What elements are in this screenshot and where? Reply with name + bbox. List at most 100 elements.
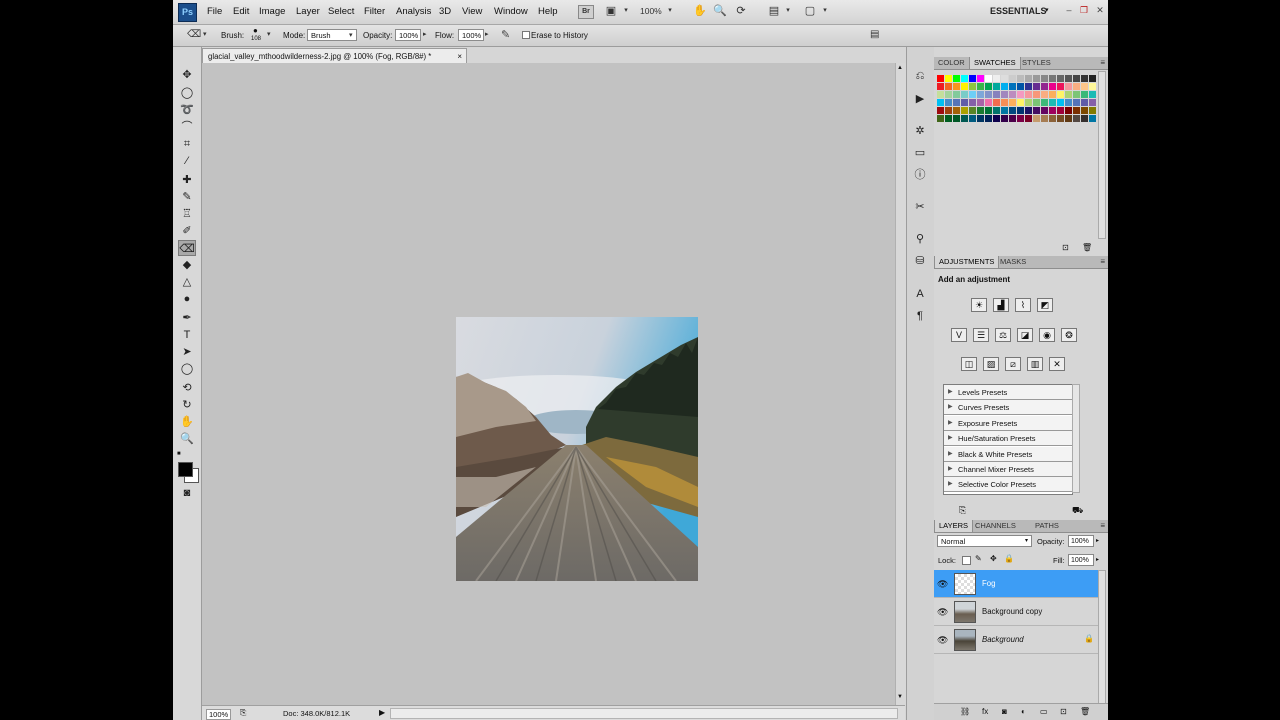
info-panel-icon[interactable]: ⓘ [913,168,927,182]
color-swatch[interactable] [1089,99,1096,106]
color-swatch[interactable] [985,115,992,122]
expand-triangle-icon[interactable]: ▶ [948,477,953,492]
panel-menu-icon[interactable]: ≡ [1100,521,1105,530]
color-swatch[interactable] [1033,115,1040,122]
chevron-down-icon[interactable]: ▾ [619,5,633,17]
color-swatch[interactable] [953,75,960,82]
color-swatch[interactable] [977,91,984,98]
panel-menu-icon[interactable]: ≡ [1100,257,1105,266]
color-swatch[interactable] [1017,83,1024,90]
color-swatch[interactable] [1001,83,1008,90]
vertical-scrollbar[interactable]: ▲ ▼ [895,63,906,705]
color-swatch[interactable] [1081,83,1088,90]
color-swatch[interactable] [1073,115,1080,122]
eye-icon[interactable]: 👁 [937,607,948,618]
color-swatch[interactable] [969,75,976,82]
color-swatch[interactable] [1017,99,1024,106]
scroll-down-icon[interactable]: ▼ [897,694,903,700]
black-white-icon[interactable]: ◪ [1017,328,1033,342]
color-swatch[interactable] [953,83,960,90]
preset-item[interactable]: ▶ Levels Presets [944,385,1072,400]
color-swatch[interactable] [937,75,944,82]
color-swatch[interactable] [977,99,984,106]
presets-scrollbar[interactable] [1072,384,1080,493]
color-swatch[interactable] [1081,99,1088,106]
color-swatch[interactable] [1065,99,1072,106]
link-layers-icon[interactable]: ⛓ [960,707,970,716]
color-swatch[interactable] [1081,91,1088,98]
preset-item[interactable]: ▶ Exposure Presets [944,415,1072,431]
color-swatch[interactable] [1041,75,1048,82]
rotate-view-icon[interactable]: ⟳ [734,5,748,17]
document-tab[interactable]: glacial_valley_mthoodwilderness-2.jpg @ … [202,48,467,63]
airbrush-icon[interactable]: ✎ [501,28,510,41]
color-swatch[interactable] [953,99,960,106]
color-swatch[interactable] [1049,83,1056,90]
color-swatch[interactable] [1073,83,1080,90]
menu-select[interactable]: Select [328,6,354,17]
quick-selection-tool-icon[interactable]: ⌒ [178,119,196,135]
preset-item[interactable]: ▶ Curves Presets [944,400,1072,416]
status-options-icon[interactable]: ⎘ [240,708,246,718]
color-swatch[interactable] [945,107,952,114]
menu-edit[interactable]: Edit [233,6,249,17]
channel-mixer-icon[interactable]: ❂ [1061,328,1077,342]
color-swatch[interactable] [1065,115,1072,122]
minimize-icon[interactable]: – [1064,5,1074,15]
color-swatch[interactable] [1041,115,1048,122]
hand-icon[interactable]: ✋ [693,5,707,17]
color-swatch[interactable] [1065,75,1072,82]
history-brush-tool-icon[interactable]: ✐ [178,223,196,239]
color-balance-icon[interactable]: ⚖ [995,328,1011,342]
color-swatch[interactable] [1033,83,1040,90]
zoom-level-dropdown[interactable]: 100% [640,6,662,16]
flow-slider-arrow-icon[interactable]: ▸ [485,30,489,38]
color-swatch[interactable] [977,107,984,114]
layer-row-fog[interactable]: 👁 Fog [934,570,1105,598]
color-swatch[interactable] [1033,99,1040,106]
selective-color-icon[interactable]: ✕ [1049,357,1065,371]
color-swatch[interactable] [993,83,1000,90]
expand-triangle-icon[interactable]: ▶ [948,447,953,462]
expand-triangle-icon[interactable]: ▶ [948,462,953,477]
color-swatch[interactable] [969,115,976,122]
layer-row-background[interactable]: 👁 Background 🔒 [934,626,1105,654]
color-swatch[interactable] [1081,107,1088,114]
chevron-down-icon[interactable]: ▾ [349,31,353,39]
color-swatch[interactable] [977,75,984,82]
erase-to-history-checkbox[interactable] [522,31,530,39]
preset-item[interactable]: ▶ Selective Color Presets [944,477,1072,493]
color-swatch[interactable] [977,115,984,122]
color-swatch[interactable] [1089,115,1096,122]
threshold-icon[interactable]: ⧄ [1005,357,1021,371]
preset-item[interactable]: ▶ Black & White Presets [944,446,1072,462]
color-swatch[interactable] [953,115,960,122]
color-swatch[interactable] [969,107,976,114]
eye-icon[interactable]: 👁 [937,635,948,646]
color-swatch[interactable] [1017,75,1024,82]
opacity-slider-arrow-icon[interactable]: ▸ [1096,537,1099,544]
color-swatch[interactable] [1025,107,1032,114]
color-swatch[interactable] [1017,107,1024,114]
paint-bucket-tool-icon[interactable]: ◆ [178,257,196,273]
preset-item[interactable]: ▶ Channel Mixer Presets [944,462,1072,477]
preset-item[interactable]: ▶ Hue/Saturation Presets [944,431,1072,447]
color-swatch[interactable] [1041,91,1048,98]
chevron-down-icon[interactable]: ▾ [818,5,832,17]
pen-tool-icon[interactable]: ✒ [178,310,196,326]
layer-style-icon[interactable]: fx [982,707,988,716]
color-swatch[interactable] [1001,75,1008,82]
color-swatch[interactable] [1009,75,1016,82]
color-swatch[interactable] [961,91,968,98]
color-swatch[interactable] [1041,107,1048,114]
color-swatch[interactable] [1049,107,1056,114]
expand-triangle-icon[interactable]: ▶ [948,385,953,400]
color-swatch[interactable] [1073,99,1080,106]
adjustment-layer-icon[interactable]: ◐ [1021,707,1026,716]
blend-mode-select[interactable]: Normal [937,535,1032,547]
opacity-input[interactable]: 100% [395,29,421,41]
swatches-scrollbar[interactable] [1098,71,1106,239]
character-panel-icon[interactable]: A [913,287,927,301]
flow-input[interactable]: 100% [458,29,484,41]
color-swatch[interactable] [1057,91,1064,98]
